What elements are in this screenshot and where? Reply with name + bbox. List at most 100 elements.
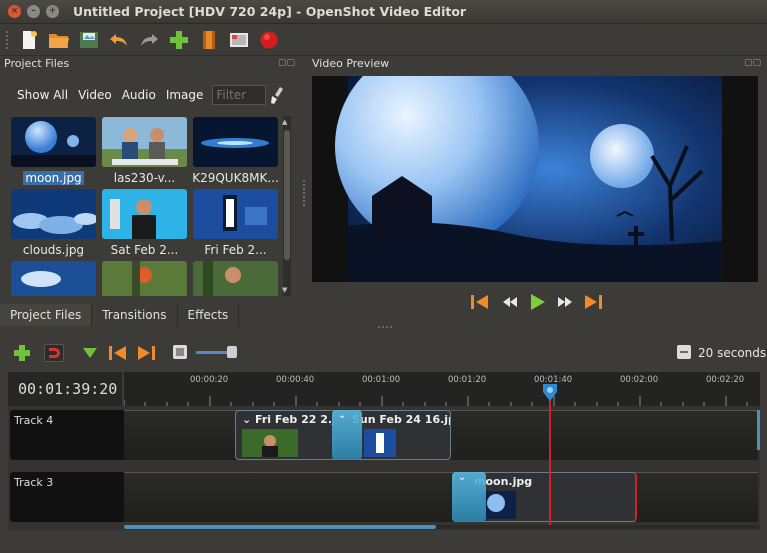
clip-title: ⌄ Fri Feb 22 2.jpg	[242, 413, 338, 426]
file-thumbnail	[193, 261, 278, 296]
ruler-tick-label: 00:00:20	[190, 375, 229, 385]
file-label: K29QUK8MK...	[192, 171, 279, 185]
file-item[interactable]	[10, 260, 97, 296]
file-item-clouds[interactable]: clouds.jpg	[10, 188, 97, 260]
close-window-button[interactable]: ×	[8, 5, 21, 18]
timeline-timecode: 00:01:39:20	[8, 372, 122, 406]
project-files-close-icon[interactable]: ▢▢	[278, 58, 295, 68]
file-thumbnail	[102, 261, 187, 296]
zoom-icon[interactable]	[172, 344, 192, 362]
next-marker-icon[interactable]	[136, 344, 156, 362]
horizontal-splitter[interactable]	[378, 326, 392, 329]
file-label: Fri Feb 2...	[204, 243, 267, 257]
filter-show-all-button[interactable]: Show All	[12, 84, 73, 106]
ruler-tick-label: 00:02:20	[706, 375, 745, 385]
rewind-icon[interactable]	[500, 293, 520, 311]
export-video-icon[interactable]	[258, 29, 280, 51]
project-files-grid: moon.jpg las230-v... K29QUK8MK... clouds…	[10, 116, 280, 296]
fullscreen-icon[interactable]	[228, 29, 250, 51]
panel-splitter[interactable]	[303, 180, 307, 206]
file-thumbnail	[11, 189, 96, 239]
window-title: Untitled Project [HDV 720 24p] - OpenSho…	[73, 4, 467, 19]
filter-input[interactable]	[212, 85, 267, 105]
main-toolbar	[0, 24, 767, 56]
track-3-lane[interactable]	[124, 472, 758, 522]
project-files-filter-bar: Show All Video Audio Image	[12, 84, 286, 106]
snapping-toggle-icon[interactable]	[44, 344, 64, 362]
track-scroll-indicator[interactable]	[757, 410, 760, 450]
file-label: moon.jpg	[23, 171, 84, 185]
file-item-moon[interactable]: moon.jpg	[10, 116, 97, 188]
tab-project-files[interactable]: Project Files	[0, 304, 93, 326]
clear-filter-icon[interactable]	[270, 86, 286, 104]
ruler-tick-label: 00:00:40	[276, 375, 315, 385]
playhead-handle[interactable]	[541, 382, 559, 402]
add-marker-icon[interactable]	[82, 344, 102, 362]
file-label: Sat Feb 2...	[110, 243, 179, 257]
save-project-icon[interactable]	[78, 29, 100, 51]
file-item-fri-feb[interactable]: Fri Feb 2...	[192, 188, 279, 260]
ruler-tick-label: 00:02:00	[620, 375, 659, 385]
video-preview-header: Video Preview	[312, 57, 390, 70]
new-project-icon[interactable]	[18, 29, 40, 51]
track-label[interactable]: Track 3	[10, 472, 124, 522]
project-files-scrollbar[interactable]	[283, 116, 291, 296]
ruler-tick-label: 00:01:00	[362, 375, 401, 385]
choose-profile-icon[interactable]	[198, 29, 220, 51]
filter-video-button[interactable]: Video	[73, 84, 117, 106]
file-item[interactable]	[192, 260, 279, 296]
file-label: las230-v...	[113, 171, 176, 185]
file-item[interactable]	[101, 260, 188, 296]
timeline-horizontal-scrollbar[interactable]	[124, 525, 760, 529]
file-thumbnail	[193, 117, 278, 167]
clip-title: Sun Feb 24 16.jpg	[352, 413, 450, 426]
previous-marker-icon[interactable]	[108, 344, 128, 362]
file-thumbnail	[11, 117, 96, 167]
maximize-window-button[interactable]: +	[46, 5, 59, 18]
file-thumbnail	[102, 189, 187, 239]
clip-thumbnail	[364, 429, 396, 457]
file-thumbnail	[11, 261, 96, 296]
playhead-line	[549, 392, 551, 526]
timeline-clip[interactable]: ⌄ Fri Feb 22 2.jpg	[235, 410, 339, 460]
clip-thumbnail	[242, 429, 298, 457]
fast-forward-icon[interactable]	[555, 293, 575, 311]
file-item-las230[interactable]: las230-v...	[101, 116, 188, 188]
file-item-sat-feb[interactable]: Sat Feb 2...	[101, 188, 188, 260]
add-track-icon[interactable]	[12, 344, 32, 362]
import-files-icon[interactable]	[168, 29, 190, 51]
undo-icon[interactable]	[108, 29, 130, 51]
jump-start-icon[interactable]	[470, 293, 490, 311]
transition-menu-icon[interactable]: ⌄	[458, 472, 466, 483]
jump-end-icon[interactable]	[583, 293, 603, 311]
redo-icon[interactable]	[138, 29, 160, 51]
scroll-down-icon[interactable]: ▼	[282, 286, 287, 294]
open-project-icon[interactable]	[48, 29, 70, 51]
clip-thumbnail	[482, 491, 516, 519]
zoom-scale-label: 20 seconds	[698, 346, 767, 360]
track-label[interactable]: Track 4	[10, 410, 124, 460]
scroll-up-icon[interactable]: ▲	[282, 118, 287, 126]
transition-block[interactable]	[332, 410, 362, 460]
file-thumbnail	[102, 117, 187, 167]
ruler-tick-label: 00:01:20	[448, 375, 487, 385]
video-preview-close-icon[interactable]: ▢▢	[744, 58, 761, 68]
file-item-k29[interactable]: K29QUK8MK...	[192, 116, 279, 188]
minimize-window-button[interactable]: –	[27, 5, 40, 18]
timeline-ruler[interactable]: 00:00:20 00:00:40 00:01:00 00:01:20 00:0…	[124, 372, 760, 406]
tab-effects[interactable]: Effects	[178, 304, 240, 326]
scrollbar-thumb[interactable]	[124, 525, 436, 529]
scrollbar-thumb[interactable]	[284, 130, 290, 260]
file-thumbnail	[193, 189, 278, 239]
filter-image-button[interactable]: Image	[161, 84, 209, 106]
play-icon[interactable]	[527, 293, 547, 311]
video-preview-canvas	[312, 76, 758, 282]
filter-audio-button[interactable]: Audio	[117, 84, 161, 106]
tab-transitions[interactable]: Transitions	[92, 304, 178, 326]
zoom-slider-handle[interactable]	[227, 346, 237, 358]
status-area	[0, 533, 767, 553]
zoom-scale-icon	[676, 344, 696, 362]
transition-menu-icon[interactable]: ⌄	[338, 410, 346, 421]
toolbar-grip[interactable]	[6, 30, 10, 49]
title-bar: × – + Untitled Project [HDV 720 24p] - O…	[0, 0, 767, 24]
